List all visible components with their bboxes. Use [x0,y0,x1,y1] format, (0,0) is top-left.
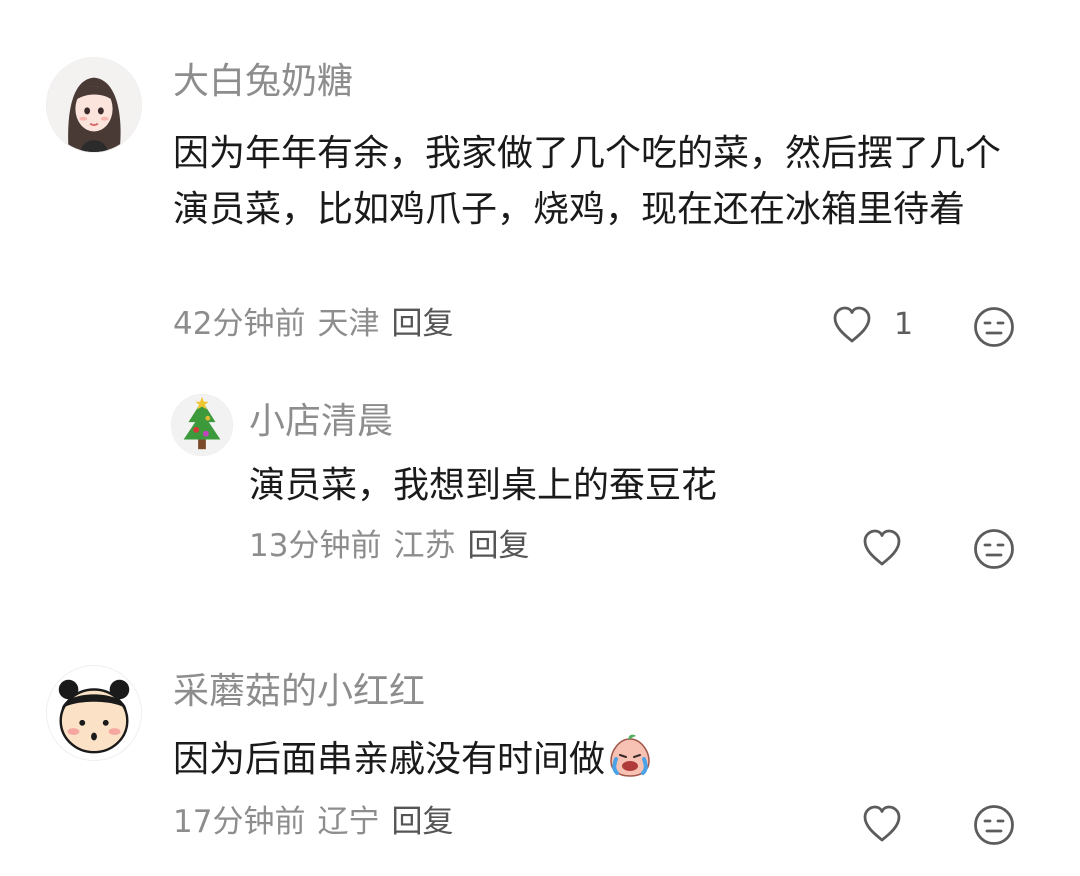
christmas-tree-avatar-icon [172,395,232,455]
comment-text: 因为年年有余，我家做了几个吃的菜，然后摆了几个演员菜，比如鸡爪子，烧鸡，现在还在… [173,133,1002,230]
like-button[interactable] [862,529,902,567]
reply-button[interactable]: 回复 [391,807,453,838]
neutral-face-icon [974,529,1014,569]
heart-icon [863,529,901,566]
dislike-button[interactable] [973,528,1015,570]
comment-item: 采蘑菇的小红红 因为后面串亲戚没有时间做 17分钟前 辽宁 回复 [0,640,1080,876]
reply-item: 小店清晨 演员菜，我想到桌上的蚕豆花 13分钟前 江苏 回复 [0,380,1080,580]
avatar[interactable] [171,394,233,456]
neutral-face-icon [974,805,1014,845]
comment-item: 大白兔奶糖 因为年年有余，我家做了几个吃的菜，然后摆了几个演员菜，比如鸡爪子，烧… [0,0,1080,380]
comment-location: 天津 [317,306,380,342]
neutral-face-icon [974,307,1014,347]
comment-text: 因为后面串亲戚没有时间做 [173,732,1023,788]
dislike-button[interactable] [973,804,1015,846]
cartoon-face-avatar-icon [47,666,141,760]
reply-meta: 13分钟前 江苏 回复 [249,531,541,562]
avatar[interactable] [46,57,142,153]
comment-time: 42分钟前 [173,306,306,342]
comment-location: 辽宁 [317,804,380,840]
heart-icon [863,805,901,842]
reply-button[interactable]: 回复 [391,309,453,340]
comment-meta: 17分钟前 辽宁 回复 [173,807,465,838]
username[interactable]: 小店清晨 [249,404,393,440]
reply-text: 演员菜，我想到桌上的蚕豆花 [249,465,718,506]
reply-button[interactable]: 回复 [467,531,529,562]
heart-icon [833,306,871,343]
username[interactable]: 大白兔奶糖 [173,64,353,100]
reply-time: 13分钟前 [249,528,382,564]
like-button[interactable]: 1 [832,306,913,344]
comment-text-body: 因为后面串亲戚没有时间做 [173,739,606,780]
crying-peach-emoji [607,733,653,779]
like-count: 1 [894,307,914,342]
comment-meta: 42分钟前 天津 回复 [173,309,465,340]
username[interactable]: 采蘑菇的小红红 [173,674,425,710]
like-button[interactable] [862,805,902,843]
dislike-button[interactable] [973,306,1015,348]
avatar[interactable] [46,665,142,761]
reply-location: 江苏 [393,528,456,564]
girl-avatar-icon [47,58,141,152]
comment-time: 17分钟前 [173,804,306,840]
